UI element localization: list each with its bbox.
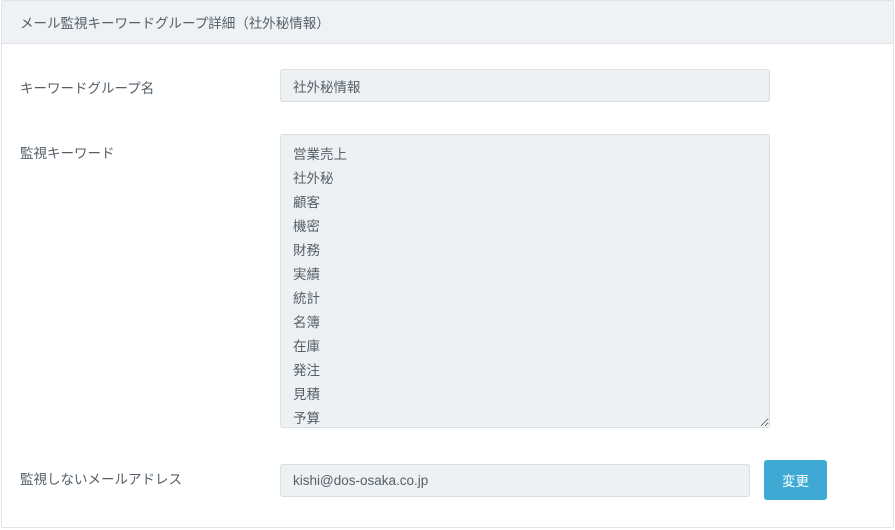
email-input-wrap — [280, 464, 750, 497]
submit-button[interactable]: 変更 — [764, 460, 827, 500]
row-group-name: キーワードグループ名 — [20, 69, 875, 102]
row-keywords: 監視キーワード 営業売上 社外秘 顧客 機密 財務 実績 統計 名簿 在庫 発注… — [20, 134, 875, 428]
label-keywords: 監視キーワード — [20, 134, 280, 162]
panel-header: メール監視キーワードグループ詳細（社外秘情報） — [2, 1, 893, 44]
row-exclude-email: 監視しないメールアドレス 変更 — [20, 460, 875, 500]
label-exclude-email: 監視しないメールアドレス — [20, 460, 280, 488]
field-exclude-email: 変更 — [280, 460, 875, 500]
panel-title: メール監視キーワードグループ詳細（社外秘情報） — [20, 16, 330, 31]
field-group-name — [280, 69, 875, 102]
exclude-email-input[interactable] — [280, 464, 750, 497]
group-name-input[interactable] — [280, 69, 770, 102]
panel-body: キーワードグループ名 監視キーワード 営業売上 社外秘 顧客 機密 財務 実績 … — [2, 44, 893, 518]
label-group-name: キーワードグループ名 — [20, 69, 280, 97]
keywords-textarea[interactable]: 営業売上 社外秘 顧客 機密 財務 実績 統計 名簿 在庫 発注 見積 予算 — [280, 134, 770, 428]
field-keywords: 営業売上 社外秘 顧客 機密 財務 実績 統計 名簿 在庫 発注 見積 予算 — [280, 134, 875, 428]
detail-panel: メール監視キーワードグループ詳細（社外秘情報） キーワードグループ名 監視キーワ… — [1, 0, 894, 528]
